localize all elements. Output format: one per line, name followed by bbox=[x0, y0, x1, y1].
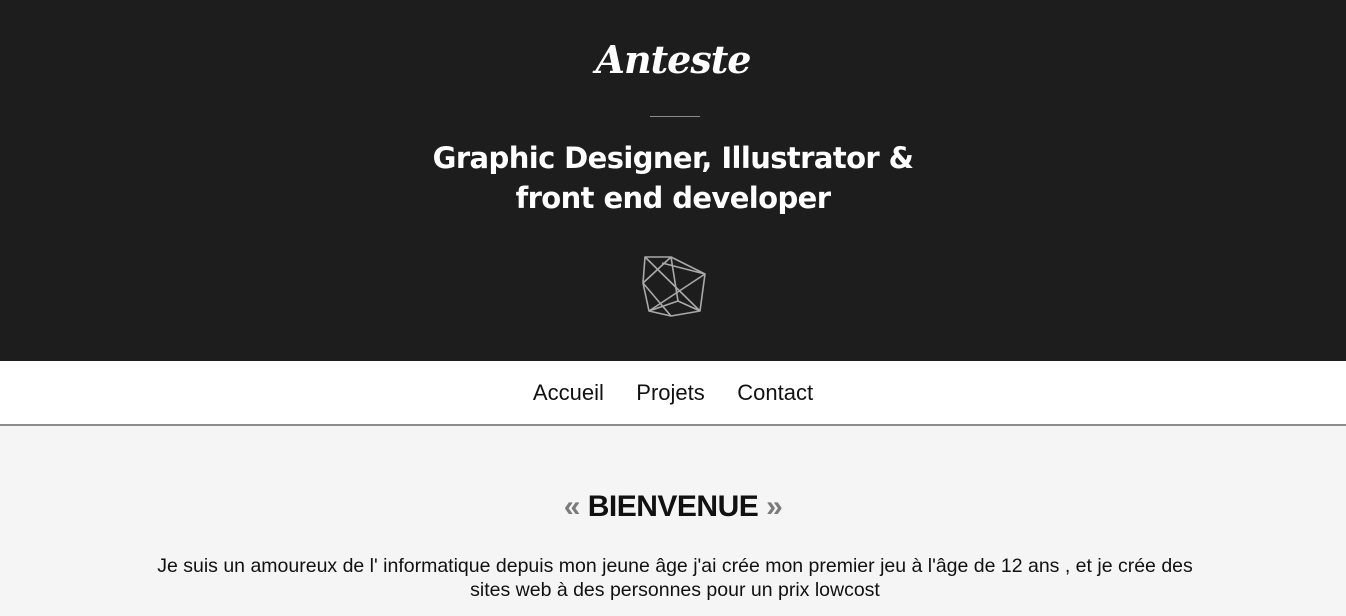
geometric-polygon-icon bbox=[642, 256, 706, 317]
welcome-section: « BIENVENUE » Je suis un amoureux de l' … bbox=[0, 426, 1346, 616]
site-logo[interactable]: Anteste bbox=[0, 30, 1346, 90]
site-header: Anteste Graphic Designer, Illustrator & … bbox=[0, 0, 1346, 361]
nav-links: Accueil Projets Contact bbox=[519, 380, 827, 406]
site-tagline: Graphic Designer, Illustrator & front en… bbox=[0, 138, 1346, 218]
quote-open: « bbox=[563, 490, 581, 523]
intro-paragraph: Je suis un amoureux de l' informatique d… bbox=[157, 555, 1193, 601]
tagline-line-2: front end developer bbox=[515, 181, 831, 215]
welcome-heading: BIENVENUE bbox=[587, 490, 759, 523]
nav-link-projets[interactable]: Projets bbox=[636, 380, 704, 406]
tagline-line-1: Graphic Designer, Illustrator & bbox=[432, 141, 914, 175]
nav-link-accueil[interactable]: Accueil bbox=[533, 380, 604, 406]
main-navigation: Accueil Projets Contact bbox=[0, 361, 1346, 426]
header-divider bbox=[650, 116, 700, 117]
quote-close: » bbox=[766, 490, 783, 523]
nav-link-contact[interactable]: Contact bbox=[737, 380, 813, 406]
welcome-title: « BIENVENUE » bbox=[0, 488, 1346, 526]
